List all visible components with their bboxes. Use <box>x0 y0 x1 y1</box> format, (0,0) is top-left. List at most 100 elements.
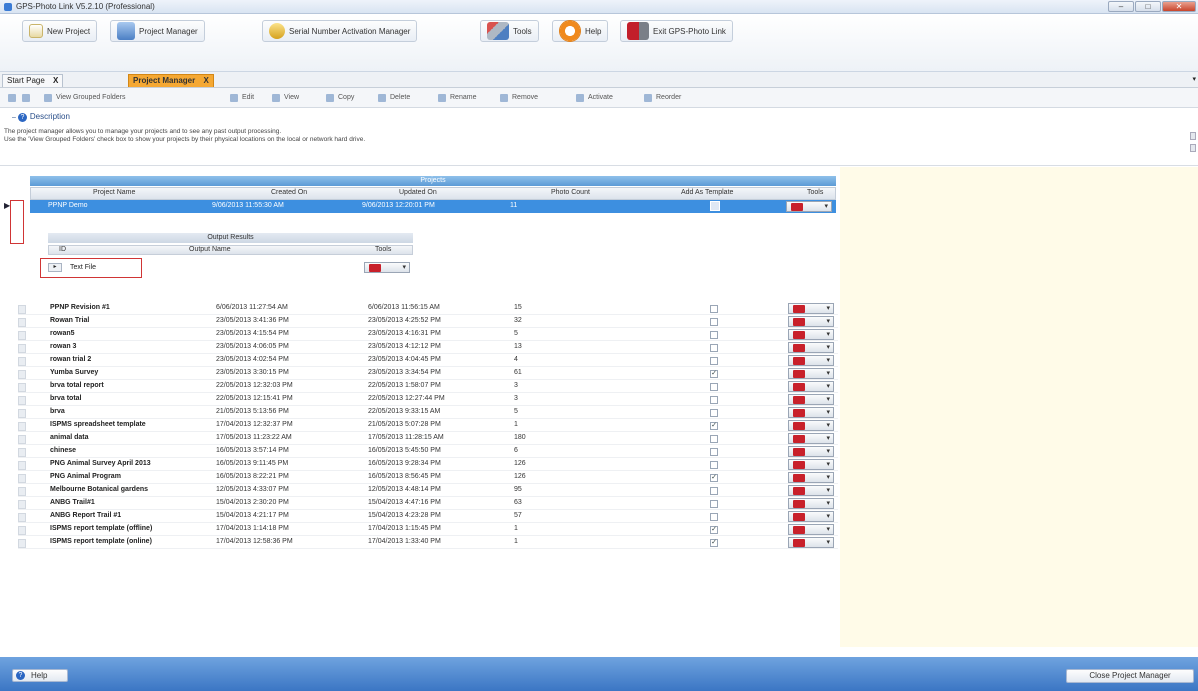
row-tools-button[interactable]: ▾ <box>788 446 834 457</box>
table-row[interactable]: ANBG Report Trail #1 15/04/2013 4:21:17 P… <box>18 511 838 523</box>
row-tools-button[interactable]: ▾ <box>788 524 834 535</box>
row-template-checkbox[interactable] <box>710 435 718 443</box>
row-tools-button[interactable]: ▾ <box>788 316 834 327</box>
tab-start-page-close-icon[interactable]: X <box>53 76 58 85</box>
tab-project-manager[interactable]: Project Manager X <box>128 74 214 87</box>
table-row[interactable]: rowan trial 2 23/05/2013 4:02:54 PM 23/05/… <box>18 355 838 367</box>
row-tools-button[interactable]: ▾ <box>788 498 834 509</box>
selected-template-checkbox[interactable] <box>710 201 720 211</box>
row-template-checkbox[interactable] <box>710 461 718 469</box>
tab-start-page[interactable]: Start Page X <box>2 74 64 87</box>
list-view-icon[interactable] <box>22 92 34 104</box>
row-template-checkbox[interactable] <box>710 318 718 326</box>
row-selector[interactable] <box>18 305 26 314</box>
table-row[interactable]: PNG Animal Survey April 2013 16/05/2013 9… <box>18 459 838 471</box>
activate-button[interactable]: Activate <box>576 92 613 104</box>
table-row[interactable]: ANBG Trail#1 15/04/2013 2:30:20 PM 15/04/2… <box>18 498 838 510</box>
row-selector[interactable] <box>18 487 26 496</box>
row-template-checkbox[interactable] <box>710 513 718 521</box>
scroll-up-icon[interactable] <box>1190 132 1196 140</box>
row-selector[interactable] <box>18 370 26 379</box>
row-selector[interactable] <box>18 435 26 444</box>
row-tools-button[interactable]: ▾ <box>788 407 834 418</box>
selected-project-row[interactable]: ▶ PPNP Demo 9/06/2013 11:55:30 AM 9/06/2… <box>4 200 836 213</box>
table-row[interactable]: ISPMS report template (offline) 17/04/201… <box>18 524 838 536</box>
output-tools-button[interactable]: ▾ <box>364 262 410 273</box>
table-row[interactable]: Yumba Survey 23/05/2013 3:30:15 PM 23/05/2… <box>18 368 838 380</box>
table-row[interactable]: Rowan Trial 23/05/2013 3:41:36 PM 23/05/20… <box>18 316 838 328</box>
help-menu-button[interactable]: Help <box>552 20 609 42</box>
row-selector[interactable] <box>18 448 26 457</box>
row-tools-button[interactable]: ▾ <box>788 420 834 431</box>
table-row[interactable]: ISPMS spreadsheet template 17/04/2013 12:… <box>18 420 838 432</box>
row-template-checkbox[interactable] <box>710 305 718 313</box>
table-row[interactable]: ISPMS report template (online) 17/04/2013… <box>18 537 838 549</box>
col-output-tools[interactable]: Tools <box>375 246 391 253</box>
row-tools-button[interactable]: ▾ <box>788 537 834 548</box>
close-window-button[interactable]: ✕ <box>1162 1 1196 12</box>
row-selector[interactable] <box>18 461 26 470</box>
col-output-id[interactable]: ID <box>59 246 66 253</box>
col-add-as-template[interactable]: Add As Template <box>681 189 733 196</box>
tab-project-manager-close-icon[interactable]: X <box>203 76 208 85</box>
row-template-checkbox[interactable]: ✓ <box>710 526 718 534</box>
project-manager-button[interactable]: Project Manager <box>110 20 205 42</box>
serial-manager-button[interactable]: Serial Number Activation Manager <box>262 20 418 42</box>
table-row[interactable]: brva total 22/05/2013 12:15:41 PM 22/05/20… <box>18 394 838 406</box>
row-tools-button[interactable]: ▾ <box>788 433 834 444</box>
row-selector[interactable] <box>18 318 26 327</box>
table-row[interactable]: rowan 3 23/05/2013 4:06:05 PM 23/05/2013 4… <box>18 342 838 354</box>
view-grouped-folders-button[interactable]: View Grouped Folders <box>44 92 126 104</box>
row-selector[interactable] <box>18 513 26 522</box>
row-template-checkbox[interactable]: ✓ <box>710 474 718 482</box>
table-row[interactable]: chinese 16/05/2013 3:57:14 PM 16/05/2013 5… <box>18 446 838 458</box>
new-project-button[interactable]: New Project <box>22 20 98 42</box>
selected-tools-button[interactable]: ▾ <box>786 201 832 212</box>
row-selector[interactable] <box>18 500 26 509</box>
scroll-down-icon[interactable] <box>1190 144 1196 152</box>
row-selector[interactable] <box>18 396 26 405</box>
row-template-checkbox[interactable] <box>710 383 718 391</box>
minimize-button[interactable]: – <box>1108 1 1134 12</box>
row-tools-button[interactable]: ▾ <box>788 368 834 379</box>
row-template-checkbox[interactable]: ✓ <box>710 370 718 378</box>
row-tools-button[interactable]: ▾ <box>788 472 834 483</box>
row-selector[interactable] <box>18 539 26 548</box>
row-template-checkbox[interactable] <box>710 409 718 417</box>
maximize-button[interactable]: □ <box>1135 1 1161 12</box>
reorder-button[interactable]: Reorder <box>644 92 681 104</box>
row-selector[interactable] <box>18 383 26 392</box>
col-tools[interactable]: Tools <box>807 189 823 196</box>
tabs-dropdown-icon[interactable]: ▾ <box>1192 75 1196 83</box>
row-template-checkbox[interactable] <box>710 357 718 365</box>
row-tools-button[interactable]: ▾ <box>788 329 834 340</box>
copy-button[interactable]: Copy <box>326 92 354 104</box>
help-button[interactable]: Help <box>12 669 68 682</box>
grid-view-icon[interactable] <box>8 92 20 104</box>
table-row[interactable]: animal data 17/05/2013 11:23:22 AM 17/05/2… <box>18 433 838 445</box>
remove-button[interactable]: Remove <box>500 92 538 104</box>
row-selector[interactable] <box>18 474 26 483</box>
row-tools-button[interactable]: ▾ <box>788 485 834 496</box>
row-tools-button[interactable]: ▾ <box>788 394 834 405</box>
row-selector[interactable] <box>18 344 26 353</box>
row-template-checkbox[interactable] <box>710 396 718 404</box>
delete-button[interactable]: Delete <box>378 92 410 104</box>
table-row[interactable]: PPNP Revision #1 6/06/2013 11:27:54 AM 6/0… <box>18 303 838 315</box>
output-result-row[interactable]: ▸ Text File ▾ <box>40 256 413 282</box>
row-selector[interactable] <box>18 422 26 431</box>
table-row[interactable]: brva 21/05/2013 5:13:56 PM 22/05/2013 9:33… <box>18 407 838 419</box>
col-created-on[interactable]: Created On <box>271 189 307 196</box>
row-tools-button[interactable]: ▾ <box>788 459 834 470</box>
description-header[interactable]: –? Description <box>12 112 70 122</box>
row-template-checkbox[interactable] <box>710 344 718 352</box>
row-selector[interactable] <box>18 409 26 418</box>
row-selector[interactable] <box>18 357 26 366</box>
edit-button[interactable]: Edit <box>230 92 254 104</box>
row-template-checkbox[interactable] <box>710 448 718 456</box>
col-output-name[interactable]: Output Name <box>189 246 231 253</box>
table-row[interactable]: Melbourne Botanical gardens 12/05/2013 4:… <box>18 485 838 497</box>
row-template-checkbox[interactable]: ✓ <box>710 539 718 547</box>
col-project-name[interactable]: Project Name <box>93 189 135 196</box>
exit-button[interactable]: Exit GPS-Photo Link <box>620 20 733 42</box>
